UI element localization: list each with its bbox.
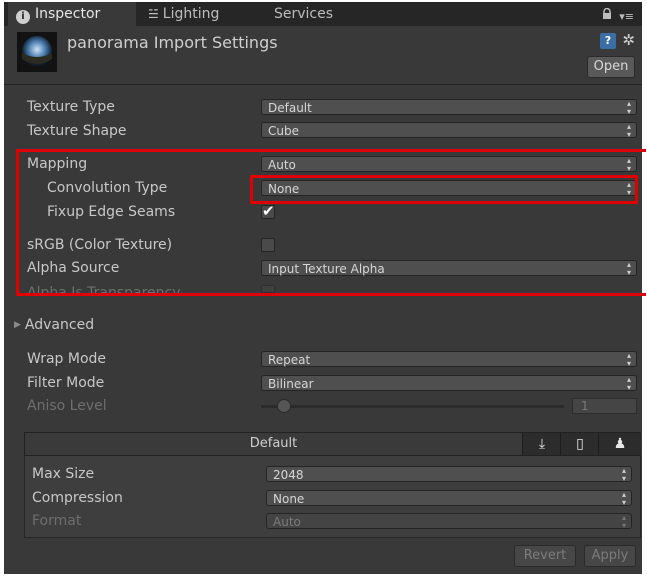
lock-icon[interactable] [602, 8, 612, 20]
wrap-mode-label: Wrap Mode [27, 351, 107, 367]
format-label: Format [32, 513, 82, 529]
dropdown-arrows-icon: ▴ ▾ [626, 99, 631, 116]
aniso-level-field[interactable]: 1 [572, 398, 637, 414]
phone-icon: ▯ [576, 436, 584, 452]
open-button[interactable]: Open [587, 56, 635, 78]
dropdown-arrows-icon: ▴ ▾ [626, 351, 631, 368]
highlight-box-mapping [16, 149, 646, 296]
texture-type-value: Default [268, 101, 312, 115]
aniso-level-slider-track[interactable] [261, 405, 564, 408]
tab-inspector-label: Inspector [35, 6, 101, 22]
max-size-dropdown[interactable]: 2048 ▴ ▾ [266, 466, 632, 483]
platform-tab-android[interactable]: ♟ [598, 433, 641, 455]
filter-mode-dropdown[interactable]: Bilinear ▴ ▾ [261, 375, 637, 392]
texture-type-dropdown[interactable]: Default ▴ ▾ [261, 99, 637, 116]
compression-label: Compression [32, 490, 123, 506]
advanced-foldout[interactable]: ▶ Advanced [14, 317, 94, 333]
tab-inspector[interactable]: i Inspector [8, 2, 136, 26]
format-value: Auto [273, 515, 301, 529]
dropdown-arrows-icon: ▴ ▾ [626, 122, 631, 139]
texture-thumbnail [17, 32, 57, 72]
aniso-level-label: Aniso Level [27, 398, 107, 414]
inspector-window: i Inspector ☱ Lighting Services ▾≡ panor… [4, 2, 646, 574]
tab-services[interactable]: Services [274, 2, 333, 26]
texture-type-label: Texture Type [27, 99, 115, 115]
filter-mode-label: Filter Mode [27, 375, 105, 391]
tab-bar: i Inspector ☱ Lighting Services ▾≡ [4, 2, 642, 26]
dropdown-arrows-icon: ▴ ▾ [621, 466, 626, 483]
wrap-mode-dropdown[interactable]: Repeat ▴ ▾ [261, 351, 637, 368]
lighting-icon: ☱ [148, 7, 159, 21]
aniso-level-slider-thumb[interactable] [277, 399, 291, 413]
platform-tab-ios[interactable]: ▯ [560, 433, 599, 455]
gear-icon[interactable]: ✲ [622, 31, 635, 49]
platform-tab-bar: Default ⤓ ▯ ♟ [24, 432, 641, 456]
tab-menu-icon[interactable]: ▾≡ [619, 10, 634, 23]
format-dropdown[interactable]: Auto ▴ ▾ [266, 513, 632, 530]
header-divider [4, 84, 642, 85]
tab-lighting-label: Lighting [162, 6, 220, 22]
dropdown-arrows-icon: ▴ ▾ [626, 375, 631, 392]
wrap-mode-value: Repeat [268, 353, 311, 367]
help-icon[interactable]: ? [600, 33, 616, 49]
info-icon: i [16, 10, 30, 24]
filter-mode-value: Bilinear [268, 377, 314, 391]
max-size-value: 2048 [273, 468, 304, 482]
texture-shape-label: Texture Shape [27, 123, 127, 139]
dropdown-arrows-icon: ▴ ▾ [621, 490, 626, 507]
platform-tab-default[interactable]: Default [25, 433, 522, 455]
revert-button[interactable]: Revert [514, 545, 576, 567]
max-size-label: Max Size [32, 466, 95, 482]
compression-value: None [273, 492, 305, 506]
tab-services-label: Services [274, 6, 334, 22]
texture-shape-dropdown[interactable]: Cube ▴ ▾ [261, 122, 637, 139]
texture-shape-value: Cube [268, 124, 299, 138]
dropdown-arrows-icon: ▴ ▾ [621, 513, 626, 530]
tab-lighting[interactable]: ☱ Lighting [148, 2, 219, 26]
apply-button[interactable]: Apply [584, 545, 636, 567]
page-title: panorama Import Settings [67, 33, 278, 52]
highlight-box-convolution [250, 175, 638, 204]
android-icon: ♟ [613, 436, 627, 452]
platform-tab-standalone[interactable]: ⤓ [522, 433, 561, 455]
download-icon: ⤓ [538, 436, 546, 452]
foldout-arrow-icon: ▶ [14, 320, 21, 330]
compression-dropdown[interactable]: None ▴ ▾ [266, 490, 632, 507]
advanced-label: Advanced [24, 317, 95, 333]
